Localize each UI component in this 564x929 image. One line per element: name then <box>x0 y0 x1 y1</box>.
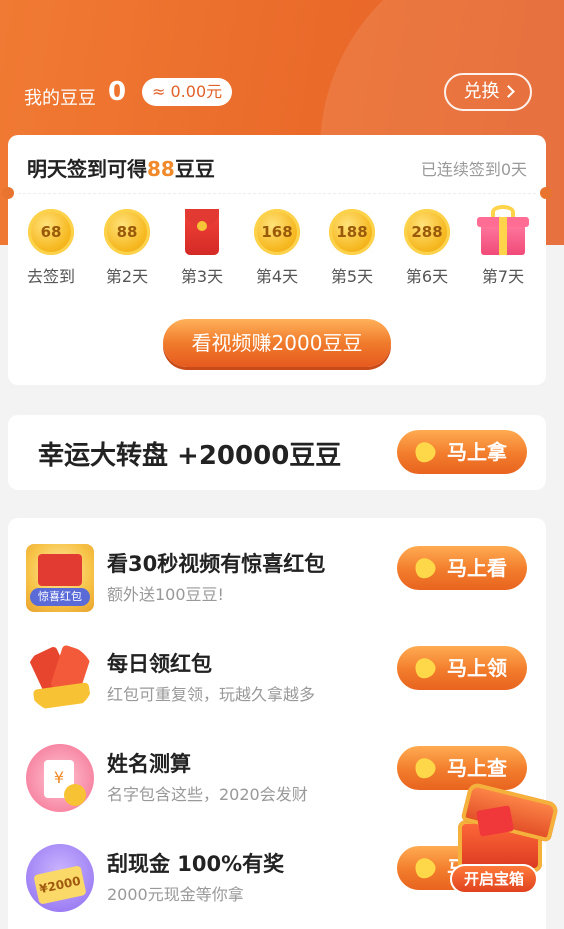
coin-icon: 288 <box>404 209 450 255</box>
exchange-label: 兑换 <box>463 81 500 102</box>
money-equivalent-badge: ≈ 0.00元 <box>142 78 233 106</box>
day-label: 第2天 <box>105 267 149 286</box>
task-subtitle: 2000元现金等你拿 <box>107 885 244 904</box>
signin-day-3: 第3天 <box>172 209 232 287</box>
coin-icon: 88 <box>104 209 150 255</box>
coin-icon: 168 <box>254 209 300 255</box>
chevron-right-icon <box>501 85 515 98</box>
gift-box-icon <box>477 205 529 255</box>
red-packet-icon <box>185 209 219 255</box>
coin-icon: 188 <box>329 209 375 255</box>
coin-icon: 68 <box>28 209 74 255</box>
signin-day-6: 288 第6天 <box>397 209 457 287</box>
lucky-wheel-title: 幸运大转盘 +20000豆豆 <box>38 441 342 471</box>
button-label: 马上领 <box>447 656 507 680</box>
signin-day-2: 88 第2天 <box>97 209 157 287</box>
bean-icon <box>411 438 439 466</box>
signin-streak: 已连续签到0天 <box>420 160 527 179</box>
day-label: 去签到 <box>26 267 75 286</box>
surprise-red-packet-icon: 惊喜红包 <box>26 544 94 612</box>
signin-title: 明天签到可得88豆豆 <box>27 157 215 181</box>
task-watch-button[interactable]: 马上看 <box>397 546 527 590</box>
button-label: 马上查 <box>447 756 507 780</box>
task-title: 每日领红包 <box>107 652 212 676</box>
signin-day-1[interactable]: 68 去签到 <box>21 209 81 287</box>
icon-tag: 惊喜红包 <box>30 588 90 606</box>
task-claim-button[interactable]: 马上领 <box>397 646 527 690</box>
day-label: 第7天 <box>481 267 525 286</box>
day-label: 第3天 <box>180 267 224 286</box>
day-label: 第5天 <box>330 267 374 286</box>
beans-summary: 我的豆豆 0 ≈ 0.00元 兑换 <box>24 73 532 116</box>
bean-icon <box>411 654 439 682</box>
day-label: 第4天 <box>255 267 299 286</box>
signin-day-5: 188 第5天 <box>322 209 382 287</box>
bean-icon <box>411 554 439 582</box>
card-notch-right <box>540 187 552 199</box>
task-subtitle: 名字包含这些，2020会发财 <box>107 785 308 804</box>
bean-icon <box>411 754 439 782</box>
beans-count: 0 <box>108 77 127 107</box>
signin-days: 68 去签到 88 第2天 第3天 168 第4天 188 第5天 288 第6… <box>8 205 546 289</box>
name-fortune-icon: ¥ <box>26 744 94 812</box>
day-label: 第6天 <box>405 267 449 286</box>
divider <box>18 193 536 194</box>
red-packets-gold-icon <box>26 644 94 712</box>
watch-video-button[interactable]: 看视频赚2000豆豆 <box>163 319 391 367</box>
treasure-label: 开启宝箱 <box>450 864 538 894</box>
signin-card: 明天签到可得88豆豆 已连续签到0天 68 去签到 88 第2天 第3天 168… <box>2 135 552 385</box>
scratch-card-icon: ¥2000 <box>26 844 94 912</box>
task-subtitle: 额外送100豆豆! <box>107 585 224 604</box>
task-title: 姓名测算 <box>107 752 191 776</box>
button-label: 马上拿 <box>447 440 507 464</box>
lucky-wheel-card: 幸运大转盘 +20000豆豆 马上拿 <box>8 415 546 490</box>
card-notch-left <box>2 187 14 199</box>
signin-day-7: 第7天 <box>473 205 533 287</box>
task-title: 看30秒视频有惊喜红包 <box>107 552 326 576</box>
beans-label: 我的豆豆 <box>24 88 96 109</box>
signin-reward-amount: 88 <box>147 157 175 181</box>
button-label: 马上看 <box>447 556 507 580</box>
exchange-button[interactable]: 兑换 <box>444 73 532 111</box>
task-item: 惊喜红包 看30秒视频有惊喜红包 额外送100豆豆! 马上看 <box>8 540 546 620</box>
task-item: 每日领红包 红包可重复领，玩越久拿越多 马上领 <box>8 640 546 720</box>
wheel-get-button[interactable]: 马上拿 <box>397 430 527 474</box>
signin-day-4: 168 第4天 <box>247 209 307 287</box>
treasure-chest-button[interactable]: 开启宝箱 <box>444 778 560 900</box>
bean-icon <box>411 854 439 882</box>
task-subtitle: 红包可重复领，玩越久拿越多 <box>107 685 316 704</box>
task-title: 刮现金 100%有奖 <box>107 852 285 876</box>
